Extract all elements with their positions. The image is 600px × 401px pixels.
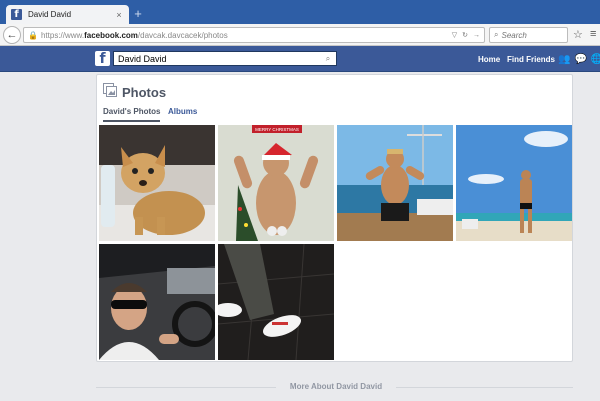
photo-thumbnail-christmas[interactable]: MERRY CHRISTMAS — [218, 125, 334, 241]
photos-header: Photos David's Photos Albums — [97, 75, 572, 123]
photos-icon — [103, 83, 117, 97]
photo-thumbnail-beach[interactable] — [456, 125, 572, 241]
tab-albums[interactable]: Albums — [168, 107, 197, 116]
search-icon: ⌕ — [494, 30, 499, 39]
new-tab-icon[interactable]: + — [132, 7, 144, 21]
facebook-header: f ⌕ Home Find Friends 👥 💬 🌐 — [0, 46, 600, 72]
url-text: https://www.facebook.com/davcak.davcacek… — [40, 30, 228, 40]
address-bar[interactable]: 🔒 https://www.facebook.com/davcak.davcac… — [23, 27, 485, 43]
browser-tab-strip: f David David × + — [0, 0, 600, 24]
photo-thumbnail-car[interactable] — [99, 244, 215, 360]
divider — [96, 387, 276, 388]
lock-icon: 🔒 — [28, 30, 38, 40]
page-title: Photos — [122, 85, 167, 100]
friend-requests-icon[interactable]: 👥 — [558, 54, 570, 65]
notifications-globe-icon[interactable]: 🌐 — [591, 54, 600, 65]
facebook-search-input[interactable] — [114, 53, 320, 64]
facebook-favicon-icon: f — [11, 9, 22, 20]
photo-thumbnail-dog[interactable] — [99, 125, 215, 241]
active-tab-indicator — [103, 120, 160, 122]
notification-icons: 👥 💬 🌐 — [558, 54, 600, 65]
facebook-logo-icon[interactable]: f — [95, 51, 110, 66]
messages-icon[interactable]: 💬 — [574, 54, 586, 65]
menu-icon[interactable]: ≡ — [590, 28, 596, 40]
browser-tab[interactable]: f David David × — [6, 5, 129, 24]
more-about-heading: More About David David — [289, 382, 383, 391]
go-arrow-icon[interactable]: → — [473, 32, 480, 39]
facebook-search-box[interactable]: ⌕ — [113, 51, 337, 66]
search-icon[interactable]: ⌕ — [320, 54, 336, 64]
photo-thumbnail-sneakers[interactable] — [218, 244, 334, 360]
tab-close-icon[interactable]: × — [114, 10, 124, 20]
bookmark-star-icon[interactable]: ☆ — [573, 28, 583, 41]
tab-title: David David — [28, 10, 72, 19]
browser-search-box[interactable]: ⌕ — [489, 27, 568, 43]
divider — [396, 387, 573, 388]
nav-home-link[interactable]: Home — [478, 55, 500, 64]
photos-card: Photos David's Photos Albums MERRY CHRIS… — [96, 74, 573, 362]
browser-search-input[interactable] — [501, 30, 560, 40]
photo-thumbnail-boat[interactable] — [337, 125, 453, 241]
christmas-banner-text: MERRY CHRISTMAS — [255, 127, 299, 132]
nav-find-friends-link[interactable]: Find Friends — [507, 55, 555, 64]
dropdown-arrow-icon[interactable]: ▽ — [452, 31, 457, 39]
tab-davids-photos[interactable]: David's Photos — [103, 107, 160, 116]
reload-icon[interactable]: ↻ — [462, 31, 468, 39]
back-button[interactable]: ← — [3, 26, 21, 44]
browser-toolbar: ← 🔒 https://www.facebook.com/davcak.davc… — [0, 24, 600, 46]
